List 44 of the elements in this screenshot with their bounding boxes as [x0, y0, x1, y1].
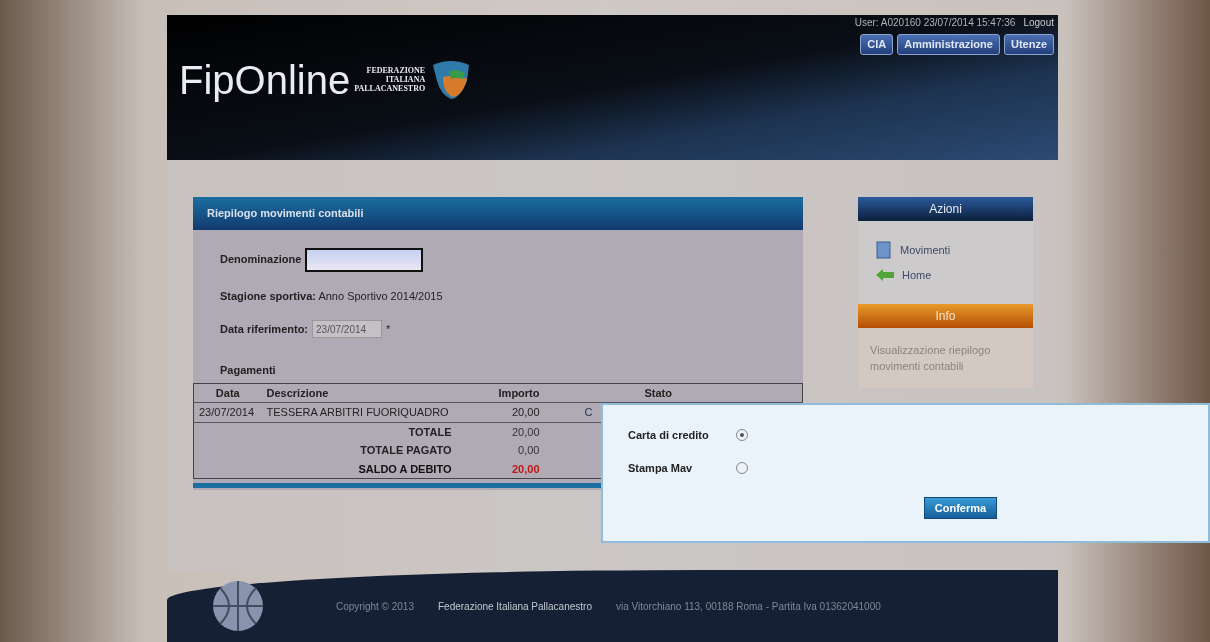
total-label: SALDO A DEBITO	[261, 459, 472, 479]
logout-link[interactable]: Logout	[1023, 15, 1054, 30]
column-header: Descrizione	[261, 383, 472, 403]
table-cell: TESSERA ARBITRI FUORIQUADRO	[261, 402, 472, 422]
total-value: 20,00	[471, 422, 545, 441]
arrow-left-icon	[876, 269, 894, 282]
action-link[interactable]: Home	[902, 267, 932, 284]
actions-header: Azioni	[858, 197, 1033, 221]
action-link[interactable]: Movimenti	[900, 241, 951, 259]
logo-subtitle: FEDERAZIONE	[366, 65, 426, 75]
panel-title: Riepilogo movimenti contabili	[193, 197, 803, 230]
total-value: 20,00	[471, 459, 545, 479]
total-label: TOTALE PAGATO	[261, 441, 472, 460]
info-text: Visualizzazione riepilogo movimenti contabili	[858, 327, 1033, 388]
organization-text: Federazione Italiana Pallacanestro	[437, 599, 592, 614]
nav-tab[interactable]: Utenze	[1003, 34, 1054, 55]
column-header: Data	[193, 383, 262, 403]
option-label: Carta di credito	[628, 428, 710, 443]
section-heading: Pagamenti	[220, 363, 277, 378]
address-text: via Vitorchiano 113, 00188 Roma - Partita Iva 01362041000	[615, 599, 881, 614]
total-value: 0,00	[471, 441, 545, 460]
table-cell: 23/07/2014	[193, 402, 262, 422]
column-header: Stato	[544, 383, 803, 403]
nav-tab[interactable]: CIA	[860, 34, 894, 55]
logo-subtitle: ITALIANA	[385, 74, 426, 85]
document-icon	[876, 241, 892, 259]
column-header: Importo	[471, 383, 545, 403]
table-cell: 20,00	[471, 402, 545, 422]
required-mark: *	[386, 321, 391, 337]
confirm-button[interactable]: Conferma	[923, 496, 998, 519]
denominazione-field[interactable]	[305, 247, 424, 272]
logo-subtitle: PALLACANESTRO	[354, 84, 426, 94]
logo-text: FipOnline	[179, 59, 351, 100]
copyright-text: Copyright © 2013	[336, 599, 414, 614]
nav-tab[interactable]: Amministrazione	[897, 34, 1000, 55]
option-label: Stampa Mav	[628, 460, 694, 476]
info-header: Info	[858, 303, 1033, 328]
total-label: TOTALE	[261, 422, 472, 441]
season-text: Stagione sportiva: Anno Sportivo 2014/2015	[220, 288, 444, 304]
field-label: Denominazione	[220, 252, 302, 268]
status-link[interactable]: C	[584, 406, 593, 418]
basketball-icon	[212, 580, 264, 632]
field-label: Data riferimento:	[220, 321, 309, 337]
user-info: User: A020160 23/07/2014 15:47:36	[854, 16, 1016, 30]
